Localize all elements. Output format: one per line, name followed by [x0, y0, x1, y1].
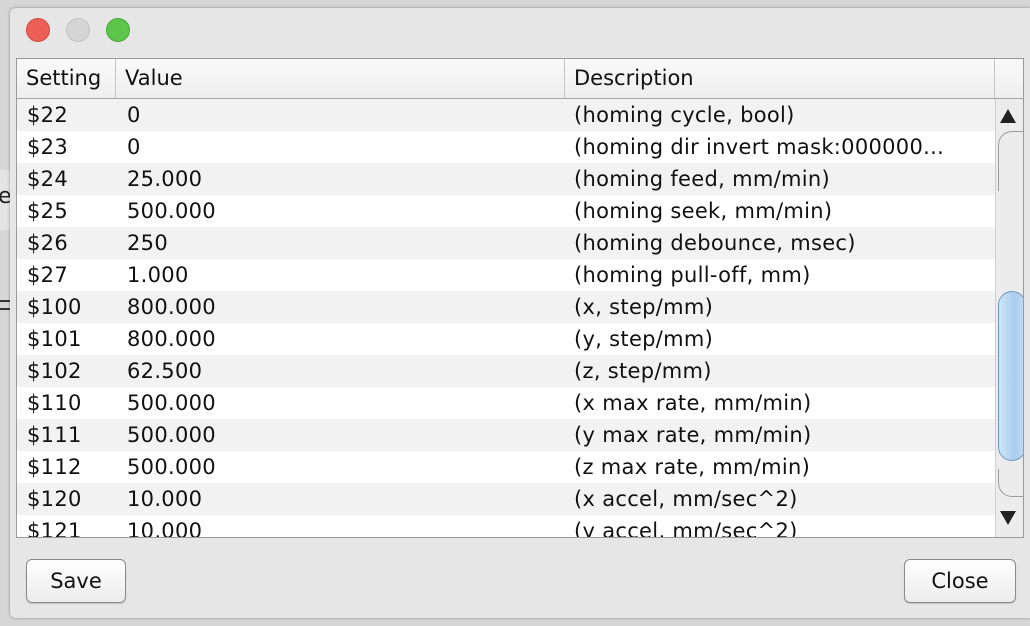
scroll-track[interactable] — [998, 469, 1023, 497]
setting-cell: $27 — [27, 263, 68, 287]
description-cell: (y max rate, mm/min) — [574, 423, 812, 447]
settings-table: Setting Value Description $22 0 (homing … — [16, 58, 1024, 538]
settings-dialog: Setting Value Description $22 0 (homing … — [10, 8, 1030, 618]
description-cell: (x accel, mm/sec^2) — [574, 487, 798, 511]
description-cell: (x, step/mm) — [574, 295, 714, 319]
setting-cell: $101 — [27, 327, 82, 351]
value-cell[interactable]: 500.000 — [127, 419, 563, 451]
table-row[interactable]: $100 800.000 (x, step/mm) — [17, 291, 995, 323]
setting-cell: $111 — [27, 423, 82, 447]
description-cell: (x max rate, mm/min) — [574, 391, 812, 415]
close-button[interactable]: Close — [904, 559, 1016, 603]
setting-cell: $102 — [27, 359, 82, 383]
close-icon[interactable] — [26, 18, 50, 42]
save-button[interactable]: Save — [26, 559, 126, 603]
table-row[interactable]: $102 62.500 (z, step/mm) — [17, 355, 995, 387]
value-cell[interactable]: 62.500 — [127, 355, 563, 387]
description-cell: (z, step/mm) — [574, 359, 712, 383]
value-cell[interactable]: 500.000 — [127, 195, 563, 227]
setting-cell: $110 — [27, 391, 82, 415]
table-row[interactable]: $26 250 (homing debounce, msec) — [17, 227, 995, 259]
table-header: Setting Value Description — [17, 59, 1023, 99]
table-row[interactable]: $112 500.000 (z max rate, mm/min) — [17, 451, 995, 483]
setting-cell: $121 — [27, 519, 82, 537]
setting-cell: $100 — [27, 295, 82, 319]
value-cell[interactable]: 800.000 — [127, 291, 563, 323]
maximize-icon[interactable] — [106, 18, 130, 42]
column-header-value[interactable]: Value — [116, 59, 565, 98]
setting-cell: $24 — [27, 167, 68, 191]
setting-cell: $112 — [27, 455, 82, 479]
table-row[interactable]: $101 800.000 (y, step/mm) — [17, 323, 995, 355]
description-cell: (y, step/mm) — [574, 327, 714, 351]
table-row[interactable]: $110 500.000 (x max rate, mm/min) — [17, 387, 995, 419]
description-cell: (homing seek, mm/min) — [574, 199, 833, 223]
value-cell[interactable]: 500.000 — [127, 387, 563, 419]
table-row[interactable]: $121 10.000 (y accel, mm/sec^2) — [17, 515, 995, 537]
value-cell[interactable]: 10.000 — [127, 483, 563, 515]
minimize-icon[interactable] — [66, 18, 90, 42]
description-cell: (homing cycle, bool) — [574, 103, 795, 127]
description-cell: (homing dir invert mask:000000... — [574, 135, 945, 159]
table-row[interactable]: $25 500.000 (homing seek, mm/min) — [17, 195, 995, 227]
table-row[interactable]: $24 25.000 (homing feed, mm/min) — [17, 163, 995, 195]
table-row[interactable]: $111 500.000 (y max rate, mm/min) — [17, 419, 995, 451]
setting-cell: $26 — [27, 231, 68, 255]
setting-cell: $23 — [27, 135, 68, 159]
description-cell: (z max rate, mm/min) — [574, 455, 811, 479]
value-cell[interactable]: 10.000 — [127, 515, 563, 537]
table-body: $22 0 (homing cycle, bool) $23 0 (homing… — [17, 99, 995, 537]
scroll-down-icon[interactable] — [1000, 511, 1016, 525]
description-cell: (homing debounce, msec) — [574, 231, 856, 255]
title-bar[interactable] — [10, 8, 1030, 54]
value-cell[interactable]: 25.000 — [127, 163, 563, 195]
table-row[interactable]: $120 10.000 (x accel, mm/sec^2) — [17, 483, 995, 515]
description-cell: (homing pull-off, mm) — [574, 263, 811, 287]
scroll-up-icon[interactable] — [1000, 109, 1016, 123]
scroll-thumb[interactable] — [998, 291, 1023, 461]
value-cell[interactable]: 1.000 — [127, 259, 563, 291]
scroll-track[interactable] — [998, 131, 1023, 191]
value-cell[interactable]: 500.000 — [127, 451, 563, 483]
table-row[interactable]: $23 0 (homing dir invert mask:000000... — [17, 131, 995, 163]
column-header-corner — [995, 59, 1023, 98]
table-row[interactable]: $27 1.000 (homing pull-off, mm) — [17, 259, 995, 291]
setting-cell: $25 — [27, 199, 68, 223]
table-row[interactable]: $22 0 (homing cycle, bool) — [17, 99, 995, 131]
column-header-setting[interactable]: Setting — [17, 59, 116, 98]
value-cell[interactable]: 0 — [127, 99, 563, 131]
description-cell: (homing feed, mm/min) — [574, 167, 830, 191]
column-header-description[interactable]: Description — [565, 59, 995, 98]
value-cell[interactable]: 250 — [127, 227, 563, 259]
description-cell: (y accel, mm/sec^2) — [574, 519, 798, 537]
vertical-scrollbar[interactable] — [995, 99, 1023, 537]
setting-cell: $120 — [27, 487, 82, 511]
value-cell[interactable]: 800.000 — [127, 323, 563, 355]
value-cell[interactable]: 0 — [127, 131, 563, 163]
setting-cell: $22 — [27, 103, 68, 127]
